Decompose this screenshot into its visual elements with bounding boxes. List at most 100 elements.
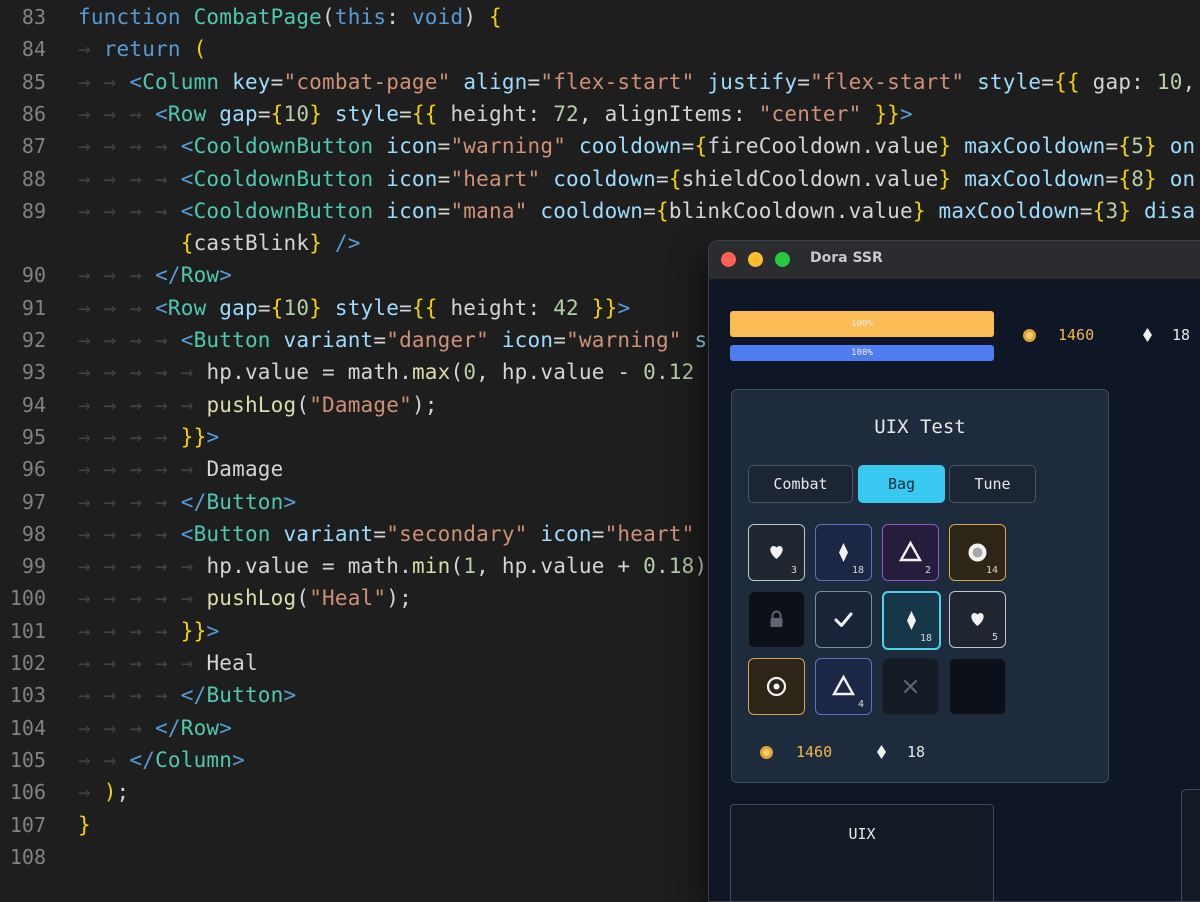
code-token: </ <box>180 683 207 708</box>
code-token: = <box>399 295 412 320</box>
code-token: {{ <box>411 295 451 320</box>
line-number: 93 <box>21 360 46 385</box>
code-line[interactable]: 87 → → → → <CooldownButton icon="warning"… <box>0 130 1200 162</box>
line-number: 97 <box>21 489 46 514</box>
zoom-window-button[interactable] <box>775 252 790 267</box>
code-token: variant <box>283 328 374 352</box>
code-token: CooldownButton <box>193 198 387 223</box>
code-token: "secondary" <box>386 521 541 546</box>
inventory-slot[interactable]: 3 <box>748 524 805 581</box>
code-text: → → → → <Button variant="secondary" icon… <box>78 518 695 550</box>
slot-count: 18 <box>919 633 932 644</box>
code-token: icon <box>386 134 438 159</box>
code-text: → → → <Row gap={10} style={{ height: 72,… <box>78 98 913 130</box>
inventory-slot[interactable] <box>815 591 872 648</box>
minimize-window-button[interactable] <box>748 252 763 267</box>
code-text: → → → <Row gap={10} style={{ height: 42 … <box>78 292 630 324</box>
code-token: = <box>1041 69 1055 94</box>
inventory-slot[interactable]: 14 <box>949 524 1006 581</box>
code-token: { <box>489 5 502 29</box>
code-line[interactable]: 83 function CombatPage(this: void) { <box>0 1 1200 33</box>
code-token: function <box>78 5 194 29</box>
dora-ssr-window[interactable]: Dora SSR 100% 100% 1460 18 UIX Test Comb… <box>708 240 1200 902</box>
close-window-button[interactable] <box>721 252 736 267</box>
tab-bag[interactable]: Bag <box>858 465 945 503</box>
code-token: → → → → → <box>78 554 207 579</box>
line-number: 86 <box>21 101 46 126</box>
code-token: {{ <box>1054 69 1093 94</box>
code-token: > <box>232 747 245 772</box>
code-token: Row <box>180 263 220 288</box>
code-token: "flex-start" <box>540 69 708 94</box>
inventory-slot[interactable] <box>882 658 939 715</box>
inventory-slot[interactable]: 2 <box>882 524 939 581</box>
code-token: 10 <box>283 101 310 126</box>
code-token: </ <box>129 747 156 772</box>
code-token: castBlink <box>193 231 310 256</box>
inventory-slot[interactable] <box>748 591 805 648</box>
code-token: pushLog <box>206 392 297 417</box>
line-number: 84 <box>21 37 46 62</box>
inventory-slot[interactable] <box>748 658 805 715</box>
line-number: 95 <box>21 424 46 449</box>
code-line[interactable]: 86 → → → <Row gap={10} style={{ height: 7… <box>0 98 1200 130</box>
line-number: 91 <box>21 295 46 320</box>
hp-bar-label: 100% <box>851 319 873 329</box>
code-token: { <box>1118 166 1132 191</box>
code-token: → <box>78 780 104 805</box>
code-token: /> <box>322 231 361 256</box>
tab-combat[interactable]: Combat <box>748 465 853 503</box>
code-token: ); <box>411 392 438 417</box>
code-token: } <box>309 231 323 256</box>
inventory-slot[interactable]: 5 <box>949 591 1006 648</box>
code-line[interactable]: 85 → → <Column key="combat-page" align="f… <box>0 66 1200 98</box>
code-text: → → </Column> <box>78 744 245 776</box>
coin-icon <box>760 746 773 759</box>
code-line[interactable]: 84 → return ( <box>0 33 1200 65</box>
code-token: icon <box>540 521 592 546</box>
code-token: min <box>411 554 451 579</box>
code-token: = <box>270 69 284 94</box>
code-token: on <box>1156 166 1196 191</box>
code-token: fireCooldown.value <box>707 134 939 159</box>
gem-icon <box>1143 328 1152 342</box>
line-number: 94 <box>21 392 46 417</box>
code-token: "mana" <box>450 198 541 223</box>
code-token: }} <box>591 295 618 320</box>
code-token: → → → → <box>78 424 181 449</box>
code-token: { <box>694 134 708 159</box>
code-token: s <box>694 328 708 352</box>
inventory-slot-empty[interactable] <box>949 658 1006 715</box>
tab-tune[interactable]: Tune <box>949 465 1036 503</box>
inventory-slot-selected[interactable]: 18 <box>882 591 941 650</box>
code-token: < <box>180 166 194 191</box>
code-token: ( <box>193 37 207 62</box>
inventory-slot[interactable]: 4 <box>815 658 872 715</box>
panel-title: UIX Test <box>874 416 966 438</box>
code-token: } <box>1144 134 1157 159</box>
code-token: → → → → <box>78 134 181 159</box>
code-token: < <box>180 328 194 352</box>
code-token: ( <box>450 360 464 385</box>
code-token: Row <box>180 715 220 740</box>
line-number: 90 <box>21 263 46 288</box>
code-line[interactable]: 88 → → → → <CooldownButton icon="heart" c… <box>0 163 1200 195</box>
code-token: ); <box>386 586 412 611</box>
line-number: 89 <box>21 198 46 223</box>
code-token: , <box>476 554 502 579</box>
check-icon <box>834 612 853 627</box>
slot-count: 2 <box>924 565 931 576</box>
code-token: Button <box>206 489 284 514</box>
coin-icon <box>1023 329 1036 342</box>
code-token: = <box>655 166 669 191</box>
code-token: } <box>938 166 952 191</box>
code-line[interactable]: 89 → → → → <CooldownButton icon="mana" co… <box>0 195 1200 227</box>
line-number: 105 <box>9 747 46 772</box>
window-titlebar[interactable]: Dora SSR <box>709 241 1200 280</box>
line-number: 87 <box>21 134 46 159</box>
inventory-slot[interactable]: 18 <box>815 524 872 581</box>
code-token: maxCooldown <box>951 166 1106 191</box>
code-token: </ <box>155 715 181 740</box>
code-token: { <box>668 166 682 191</box>
